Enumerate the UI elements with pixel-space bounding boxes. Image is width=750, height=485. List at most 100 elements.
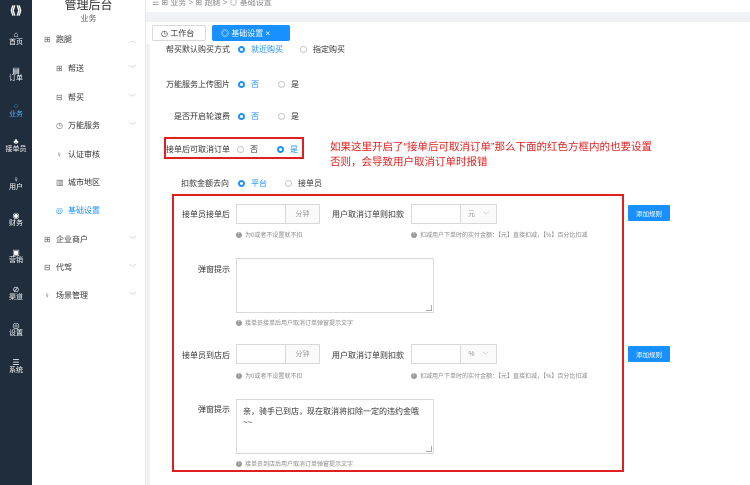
sidebar-item-label: 帮送 bbox=[68, 64, 84, 73]
tab-basic-settings[interactable]: ◎ 基础设置 × bbox=[212, 25, 290, 41]
rail-item-system[interactable]: ☰ 系统 bbox=[0, 358, 32, 375]
rail-item-marketing[interactable]: ▣ 营销 bbox=[0, 248, 32, 265]
deduct-to-platform-radio[interactable]: 平台 bbox=[238, 178, 267, 189]
rail-item-label: 营销 bbox=[9, 257, 23, 264]
rail-item-user[interactable]: ♀ 用户 bbox=[0, 175, 32, 192]
rail-item-finance[interactable]: ◉ 财务 bbox=[0, 211, 32, 228]
rail-item-label: 设置 bbox=[9, 330, 23, 337]
grid-icon: ⊞ bbox=[44, 35, 51, 44]
hint-text: 扣减用户下单时的实付金额：【元】直接扣减，【%】百分比扣减 bbox=[420, 233, 588, 239]
sidebar-item-verify[interactable]: ♀ 认证审核 bbox=[56, 149, 136, 160]
finance-icon: ◉ bbox=[12, 211, 20, 220]
sidebar-item-driving[interactable]: ⊟ 代驾 ﹀ bbox=[44, 262, 136, 273]
resize-handle-icon[interactable] bbox=[426, 305, 432, 311]
unit-select[interactable]: 元 ﹀ bbox=[460, 205, 496, 223]
breadcrumb: ☰ ⊞ 业务 > ⊞ 跑腿 > ◎ 基础设置 bbox=[152, 0, 272, 7]
rail-item-orders[interactable]: ▤ 订单 bbox=[0, 66, 32, 83]
unit-value: % bbox=[468, 350, 475, 358]
radio-checked-icon bbox=[238, 113, 245, 120]
marketing-icon: ▣ bbox=[12, 248, 20, 257]
rail-item-label: 财务 bbox=[9, 220, 23, 227]
ferry-fee-yes-radio[interactable]: 是 bbox=[278, 111, 299, 122]
rule2-popup-hint: ! 接单员到店后用户取消订单弹窗提示文字 bbox=[236, 459, 353, 468]
sidebar-item-enterprise[interactable]: ⊞ 企业商户 ﹀ bbox=[44, 234, 136, 245]
rule1-hint-right: ! 扣减用户下单时的实付金额：【元】直接扣减，【%】百分比扣减 bbox=[411, 230, 587, 239]
rail-item-settings[interactable]: ◎ 设置 bbox=[0, 321, 32, 338]
chevron-down-icon: ﹀ bbox=[482, 352, 489, 359]
cancel-after-accept-no-radio[interactable]: 否 bbox=[237, 144, 258, 155]
settings-form: 帮买默认购买方式 就近购买 指定购买 万能服务上传图片 否 是 是否开启轮渡费 … bbox=[150, 44, 750, 485]
rule2-minutes-input[interactable]: 分钟 bbox=[236, 344, 320, 364]
sidebar-item-scene[interactable]: ♀ 场景管理 ﹀ bbox=[44, 290, 136, 301]
sidebar-item-universal[interactable]: ◷ 万能服务 ﹀ bbox=[56, 120, 136, 131]
hint-text: 为0或者不设置就不扣 bbox=[245, 374, 303, 380]
sidebar-item-delivery[interactable]: ⊞ 帮送 ﹀ bbox=[56, 63, 136, 74]
rule1-deduct-label: 用户取消订单则扣款 bbox=[332, 210, 404, 219]
hint-text: 接单员到店后用户取消订单弹窗提示文字 bbox=[245, 462, 354, 468]
minutes-addon: 分钟 bbox=[285, 345, 319, 363]
radio-checked-icon bbox=[238, 46, 245, 53]
rail-item-channel[interactable]: ⊘ 渠道 bbox=[0, 285, 32, 302]
rule2-after-arrive-label: 接单员到店后 bbox=[182, 351, 230, 360]
logo-icon: ⟪⟫ bbox=[9, 4, 23, 17]
chevron-down-icon: ﹀ bbox=[129, 264, 136, 272]
home-icon: ⌂ bbox=[13, 30, 19, 39]
sidebar-item-basic-settings[interactable]: ◎ 基础设置 bbox=[56, 205, 136, 216]
cancel-after-accept-label: 接单后可取消订单 bbox=[166, 145, 230, 154]
rail-item-label: 订单 bbox=[9, 75, 23, 82]
upload-image-no-radio[interactable]: 否 bbox=[238, 79, 259, 90]
rail-item-home[interactable]: ⌂ 首页 bbox=[0, 30, 32, 47]
rule1-minutes-input[interactable]: 分钟 bbox=[236, 204, 320, 224]
rider-icon: ♣ bbox=[13, 137, 19, 146]
radio-label: 平台 bbox=[251, 179, 267, 188]
unit-select[interactable]: % ﹀ bbox=[460, 345, 496, 363]
info-icon: ! bbox=[236, 460, 242, 467]
radio-label: 接单员 bbox=[298, 179, 322, 188]
tab-bar: ◷ 工作台 ◎ 基础设置 × bbox=[146, 22, 750, 44]
city-icon: ▥ bbox=[56, 178, 64, 187]
buy-mode-nearby-radio[interactable]: 就近购买 bbox=[238, 44, 283, 55]
settings-icon: ◎ bbox=[56, 206, 63, 215]
rule2-popup-textarea[interactable]: 亲，骑手已到店，现在取消将扣除一定的违约金哦~~ bbox=[236, 399, 434, 454]
buy-mode-label: 帮买默认购买方式 bbox=[166, 45, 230, 54]
rail-item-label: 首页 bbox=[9, 39, 23, 46]
sidebar-item-city[interactable]: ▥ 城市地区 bbox=[56, 177, 136, 188]
user-icon: ♀ bbox=[44, 291, 50, 300]
info-icon: ! bbox=[411, 372, 417, 379]
radio-icon bbox=[278, 81, 285, 88]
sidebar-subtitle: 业务 bbox=[80, 14, 97, 23]
radio-icon bbox=[285, 180, 292, 187]
sidebar-item-errand[interactable]: ⊞ 跑腿 ︿ bbox=[44, 34, 136, 45]
deduct-to-label: 扣款金额去向 bbox=[181, 179, 229, 188]
rule2-add-rule-button[interactable]: 添加规则 bbox=[628, 346, 670, 362]
rail-item-rider[interactable]: ♣ 接单员 bbox=[0, 137, 32, 154]
cancel-after-accept-yes-radio[interactable]: 是 bbox=[277, 144, 298, 155]
sidebar-item-label: 城市地区 bbox=[68, 178, 100, 187]
sidebar-item-purchase[interactable]: ⊟ 帮买 ﹀ bbox=[56, 92, 136, 103]
deduct-to-rider-radio[interactable]: 接单员 bbox=[285, 178, 322, 189]
chevron-down-icon: ﹀ bbox=[129, 292, 136, 300]
top-bar: ☰ ⊞ 业务 > ⊞ 跑腿 > ◎ 基础设置 bbox=[146, 0, 750, 12]
rule1-add-rule-button[interactable]: 添加规则 bbox=[628, 205, 670, 221]
sidebar-item-label: 认证审核 bbox=[68, 150, 100, 159]
rule2-amount-input[interactable]: % ﹀ bbox=[411, 344, 497, 364]
ferry-fee-no-radio[interactable]: 否 bbox=[238, 111, 259, 122]
upload-image-yes-radio[interactable]: 是 bbox=[278, 79, 299, 90]
buy-mode-specified-radio[interactable]: 指定购买 bbox=[300, 44, 345, 55]
info-icon: ! bbox=[236, 231, 242, 238]
icon-rail: ⟪⟫ ⌂ 首页 ▤ 订单 ⁘ 业务 ♣ 接单员 ♀ 用户 ◉ 财务 ▣ 营销 ⊘ 渠道 ◎ 设置 … bbox=[0, 0, 32, 485]
rule1-amount-input[interactable]: 元 ﹀ bbox=[411, 204, 497, 224]
radio-icon bbox=[300, 46, 307, 53]
cart-icon: ⊟ bbox=[56, 93, 63, 102]
car-icon: ⊟ bbox=[44, 263, 51, 272]
chevron-down-icon: ﹀ bbox=[129, 122, 136, 130]
rule1-popup-textarea[interactable] bbox=[236, 258, 434, 313]
radio-checked-icon bbox=[238, 81, 245, 88]
resize-handle-icon[interactable] bbox=[426, 446, 432, 452]
sidebar-item-label: 跑腿 bbox=[56, 35, 72, 44]
tab-dashboard[interactable]: ◷ 工作台 bbox=[152, 25, 206, 41]
sidebar-title: 管理后台 bbox=[64, 0, 113, 12]
hint-text: 接单员接单后用户取消订单弹窗提示文字 bbox=[245, 321, 354, 327]
chevron-down-icon: ﹀ bbox=[129, 94, 136, 102]
rail-item-business[interactable]: ⁘ 业务 bbox=[0, 102, 32, 119]
